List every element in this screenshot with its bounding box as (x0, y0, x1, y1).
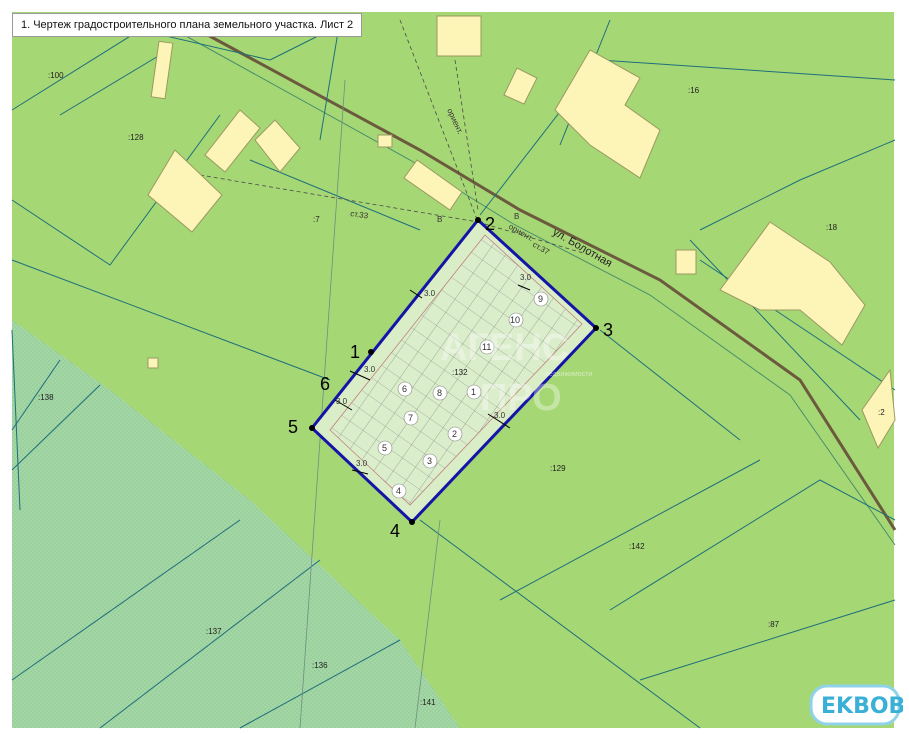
plot-number: :100 (48, 71, 64, 80)
building-1: 1 (471, 387, 476, 397)
plot-number: :137 (206, 627, 222, 636)
plot-number: :18 (826, 223, 838, 232)
watermark-title: АГЕНС (440, 327, 569, 369)
plot-number: :136 (312, 661, 328, 670)
badge-text: EKBOB (821, 694, 903, 719)
building-7: 7 (408, 413, 413, 423)
building-8: 8 (437, 388, 442, 398)
vertex-5: 5 (288, 417, 298, 437)
plot-number: :142 (629, 542, 645, 551)
watermark-subtitle: ПРО (480, 377, 562, 419)
dimension-label: 3.0 (336, 397, 348, 406)
plot-number: :7 (313, 215, 320, 224)
plot-number: :128 (128, 133, 144, 142)
annotation-b1: В (437, 215, 442, 224)
map-title: 1. Чертеж градостроительного плана земел… (12, 13, 362, 37)
building-5: 5 (382, 443, 387, 453)
plot-number: :141 (420, 698, 436, 707)
annotation-b2: В (514, 212, 519, 221)
vertex-3: 3 (603, 320, 613, 340)
plot-number: :129 (550, 464, 566, 473)
watermark-caption: недвижимости (545, 371, 592, 378)
building-9: 9 (538, 294, 543, 304)
building-4: 4 (396, 486, 401, 496)
vertex-2: 2 (485, 214, 495, 234)
vertex-1: 1 (350, 342, 360, 362)
plot-number: :87 (768, 620, 780, 629)
cadastral-map: 1 2 3 4 5 6 3.0 3.0 3.0 3.0 3.0 3.0 1 2 … (11, 12, 897, 729)
plot-number: :2 (878, 408, 885, 417)
vertex-6: 6 (320, 374, 330, 394)
plot-number: :132 (452, 368, 468, 377)
dimension-label: 3.0 (356, 459, 368, 468)
dimension-label: 3.0 (520, 273, 532, 282)
plot-number: :16 (688, 86, 700, 95)
vertex-4: 4 (390, 521, 400, 541)
building-6: 6 (402, 384, 407, 394)
building-10: 10 (510, 315, 520, 325)
dimension-label: 3.0 (424, 289, 436, 298)
building-2: 2 (452, 429, 457, 439)
ekbob-badge: EKBOB (809, 684, 903, 726)
dimension-label: 3.0 (364, 365, 376, 374)
building-3: 3 (427, 456, 432, 466)
plot-number: :138 (38, 393, 54, 402)
